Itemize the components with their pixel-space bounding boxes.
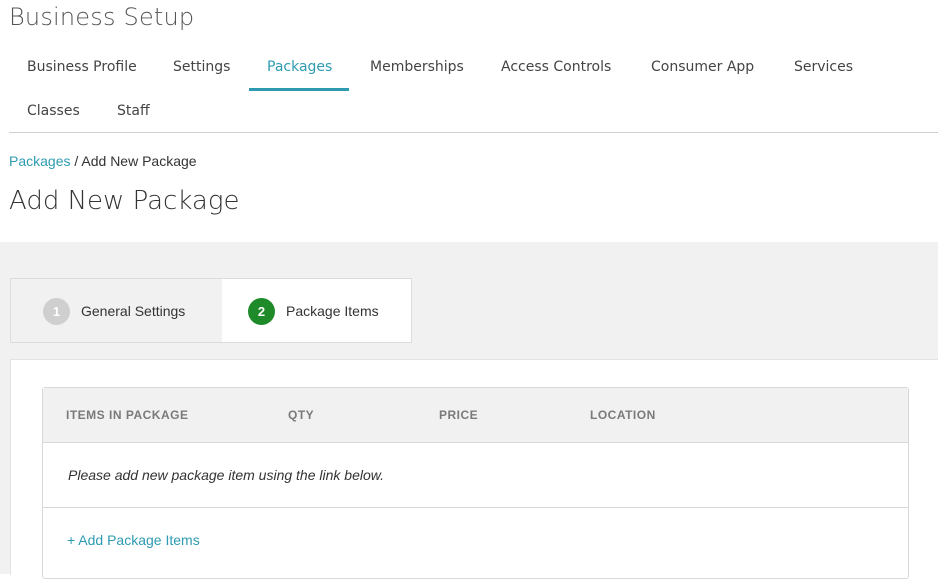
table-header: ITEMS IN PACKAGE QTY PRICE LOCATION [43, 388, 908, 443]
empty-table-row: Please add new package item using the li… [43, 443, 908, 508]
package-items-table: ITEMS IN PACKAGE QTY PRICE LOCATION Plea… [42, 387, 909, 579]
column-header-items: ITEMS IN PACKAGE [66, 408, 189, 422]
tab-bar: Business Profile Settings Packages Membe… [9, 45, 938, 133]
form-area: 1 General Settings 2 Package Items ITEMS… [0, 242, 938, 579]
step-general-settings[interactable]: 1 General Settings [10, 278, 223, 343]
step-package-items[interactable]: 2 Package Items [222, 278, 412, 343]
tab-settings[interactable]: Settings [173, 45, 230, 89]
column-header-qty: QTY [288, 408, 315, 422]
stepper: 1 General Settings 2 Package Items [10, 278, 412, 343]
step-number-badge: 2 [248, 298, 275, 325]
tab-consumer-app[interactable]: Consumer App [651, 45, 754, 89]
active-tab-indicator [249, 88, 349, 91]
tab-memberships[interactable]: Memberships [370, 45, 464, 89]
tab-classes[interactable]: Classes [27, 89, 80, 133]
step-number-badge: 1 [43, 298, 70, 325]
breadcrumb-current: Add New Package [81, 153, 197, 169]
column-header-price: PRICE [439, 408, 479, 422]
tab-services[interactable]: Services [794, 45, 853, 89]
tab-packages[interactable]: Packages [267, 45, 332, 89]
column-header-location: LOCATION [590, 408, 656, 422]
tab-business-profile[interactable]: Business Profile [27, 45, 137, 89]
breadcrumb-link-packages[interactable]: Packages [9, 153, 70, 169]
step-label: General Settings [81, 303, 186, 319]
tab-access-controls[interactable]: Access Controls [501, 45, 611, 89]
add-package-items-link[interactable]: + Add Package Items [67, 532, 200, 548]
page-title: Add New Package [9, 186, 240, 216]
package-items-card: ITEMS IN PACKAGE QTY PRICE LOCATION Plea… [10, 359, 938, 579]
breadcrumb-separator: / [70, 153, 82, 169]
empty-message: Please add new package item using the li… [68, 467, 384, 483]
breadcrumb: Packages / Add New Package [9, 153, 197, 169]
page-header-title: Business Setup [9, 3, 195, 31]
step-label: Package Items [286, 303, 379, 319]
tab-staff[interactable]: Staff [117, 89, 150, 133]
